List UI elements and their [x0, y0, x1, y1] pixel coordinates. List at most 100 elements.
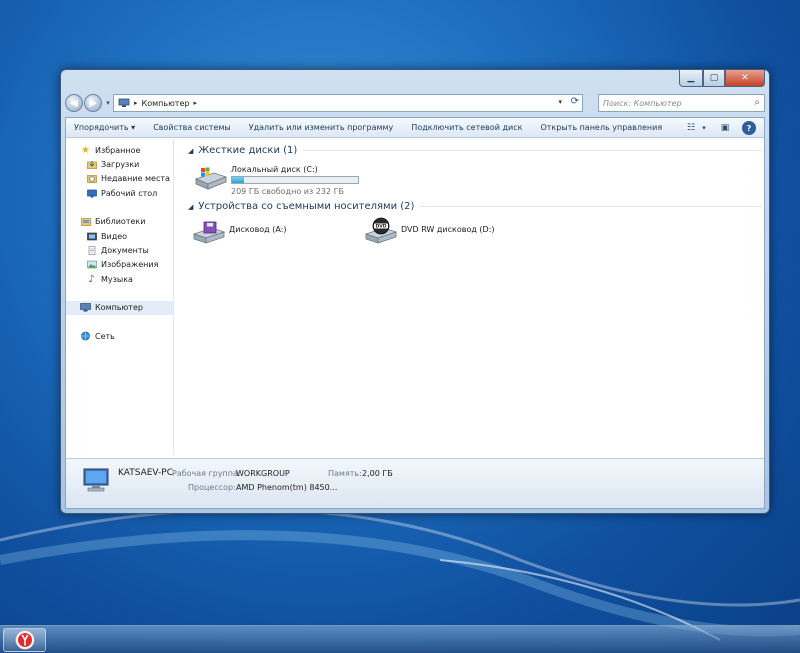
back-button[interactable]: ◀ [65, 94, 83, 112]
explorer-window: ▁ ▢ ✕ ◀ ▶ ▾ ▸ Компьютер ▸ ▾ ⟳ Поиск: Ком… [60, 69, 770, 514]
group-divider [303, 150, 762, 151]
refresh-icon[interactable]: ⟳ [571, 96, 579, 107]
computer-monitor-icon [83, 468, 109, 492]
search-input[interactable]: Поиск: Компьютер ⌕ [598, 94, 765, 112]
sidebar-item-video[interactable]: Видео [66, 229, 173, 243]
drive-item-d[interactable]: DVD DVD RW дисковод (D:) [364, 217, 495, 245]
pc-name: KATSAEV-PC [118, 468, 174, 478]
documents-icon [86, 246, 97, 256]
memory-value: 2,00 ГБ [362, 469, 393, 478]
yandex-browser-icon [15, 630, 34, 650]
sidebar-item-label: Недавние места [101, 174, 170, 184]
hard-drive-windows-icon [194, 167, 228, 190]
search-placeholder: Поиск: Компьютер [603, 98, 682, 108]
downloads-icon [86, 160, 97, 170]
command-bar: Упорядочить ▾ Свойства системы Удалить и… [66, 118, 764, 138]
breadcrumb-chevron-icon[interactable]: ▸ [193, 99, 197, 107]
organize-button[interactable]: Упорядочить ▾ [74, 123, 135, 132]
sidebar-item-label: Рабочий стол [101, 188, 158, 198]
taskbar-yandex-browser-button[interactable] [3, 628, 46, 652]
sidebar-item-downloads[interactable]: Загрузки [66, 157, 173, 171]
sidebar-item-libraries[interactable]: Библиотеки [66, 215, 173, 229]
content-area: Упорядочить ▾ Свойства системы Удалить и… [65, 117, 765, 509]
music-icon: ♪ [88, 273, 95, 285]
address-bar[interactable]: ▸ Компьютер ▸ ▾ ⟳ [113, 94, 583, 112]
cpu-key: Процессор: [188, 483, 236, 492]
sidebar-item-label: Загрузки [101, 160, 140, 170]
group-header-hard-disks[interactable]: ◢ Жесткие диски (1) [188, 145, 762, 156]
sidebar-item-computer[interactable]: Компьютер [66, 300, 173, 315]
sidebar-item-label: Изображения [101, 260, 159, 270]
sidebar-item-documents[interactable]: Документы [66, 243, 173, 257]
sidebar-item-label: Видео [101, 231, 128, 241]
network-icon [80, 331, 91, 341]
chevron-down-icon: ▾ [131, 123, 136, 132]
system-properties-button[interactable]: Свойства системы [153, 123, 231, 132]
drive-label: Дисковод (A:) [229, 225, 287, 234]
desktop-icon [86, 188, 97, 198]
view-controls: ☷ ▾ ▣ ? [674, 121, 756, 135]
minimize-button[interactable]: ▁ [679, 70, 703, 87]
group-title: Жесткие диски (1) [198, 145, 298, 156]
computer-icon [118, 98, 130, 107]
items-view: ◢ Жесткие диски (1) Локальный диск (C:) [184, 139, 762, 455]
drive-label: Локальный диск (C:) [231, 165, 318, 174]
recent-pages-dropdown[interactable]: ▾ [103, 99, 113, 107]
address-dropdown-icon[interactable]: ▾ [558, 98, 562, 106]
sidebar-item-label: Документы [101, 246, 149, 256]
back-arrow-icon: ◀ [70, 97, 78, 109]
details-pane: KATSAEV-PC Рабочая группа: WORKGROUP Пам… [66, 458, 764, 508]
caption-buttons: ▁ ▢ ✕ [679, 70, 765, 87]
drive-info: Локальный диск (C:) 209 ГБ свободно из 2… [231, 165, 359, 196]
video-icon [86, 231, 97, 241]
libraries-icon [80, 217, 91, 227]
group-header-removable[interactable]: ◢ Устройства со съемными носителями (2) [188, 201, 762, 212]
workgroup-key: Рабочая группа: [172, 469, 241, 478]
recent-places-icon [86, 174, 97, 184]
open-control-panel-button[interactable]: Открыть панель управления [540, 123, 662, 132]
group-divider [420, 206, 762, 207]
sidebar-item-label: Избранное [95, 145, 141, 155]
sidebar-item-label: Библиотеки [95, 217, 146, 227]
sidebar-item-desktop[interactable]: Рабочий стол [66, 186, 173, 200]
cpu-value: AMD Phenom(tm) 8450... [236, 483, 338, 492]
floppy-drive-icon [192, 221, 226, 244]
star-icon: ★ [81, 144, 90, 156]
sidebar-item-label: Компьютер [95, 303, 143, 313]
drive-item-a[interactable]: Дисковод (A:) [192, 221, 287, 245]
sidebar-item-label: Музыка [101, 274, 133, 284]
view-dropdown-icon[interactable]: ▾ [700, 121, 708, 135]
drive-usage-bar [231, 176, 359, 184]
collapse-triangle-icon[interactable]: ◢ [188, 203, 193, 211]
close-button[interactable]: ✕ [725, 70, 765, 87]
navigation-bar: ◀ ▶ ▾ ▸ Компьютер ▸ ▾ ⟳ Поиск: Компьютер… [65, 92, 765, 114]
breadcrumb-computer[interactable]: Компьютер [142, 99, 190, 108]
map-network-drive-button[interactable]: Подключить сетевой диск [411, 123, 522, 132]
help-icon[interactable]: ? [742, 121, 756, 135]
organize-label: Упорядочить [74, 123, 129, 132]
drive-usage-fill [232, 177, 245, 183]
forward-arrow-icon: ▶ [89, 97, 97, 109]
sidebar-item-label: Сеть [95, 331, 115, 341]
maximize-button[interactable]: ▢ [703, 70, 725, 87]
change-view-icon[interactable]: ☷ [684, 121, 698, 135]
breadcrumb-separator-icon[interactable]: ▸ [134, 99, 138, 107]
computer-icon [80, 303, 91, 313]
sidebar-item-music[interactable]: ♪ Музыка [66, 272, 173, 286]
sidebar-item-recent-places[interactable]: Недавние места [66, 172, 173, 186]
drive-free-space: 209 ГБ свободно из 232 ГБ [231, 187, 344, 196]
sidebar-item-pictures[interactable]: Изображения [66, 258, 173, 272]
uninstall-program-button[interactable]: Удалить или изменить программу [249, 123, 394, 132]
workgroup-value: WORKGROUP [236, 469, 290, 478]
collapse-triangle-icon[interactable]: ◢ [188, 147, 193, 155]
svg-text:DVD: DVD [376, 224, 387, 230]
search-icon[interactable]: ⌕ [754, 97, 760, 108]
sidebar-item-network[interactable]: Сеть [66, 329, 173, 343]
pictures-icon [86, 260, 97, 270]
navigation-pane: ★ Избранное Загрузки Недавние места Рабо… [66, 139, 174, 455]
drive-item-c[interactable]: Локальный диск (C:) 209 ГБ свободно из 2… [194, 165, 359, 196]
taskbar [0, 625, 800, 653]
preview-pane-icon[interactable]: ▣ [718, 121, 732, 135]
sidebar-item-favorites[interactable]: ★ Избранное [66, 143, 173, 157]
forward-button[interactable]: ▶ [84, 94, 102, 112]
